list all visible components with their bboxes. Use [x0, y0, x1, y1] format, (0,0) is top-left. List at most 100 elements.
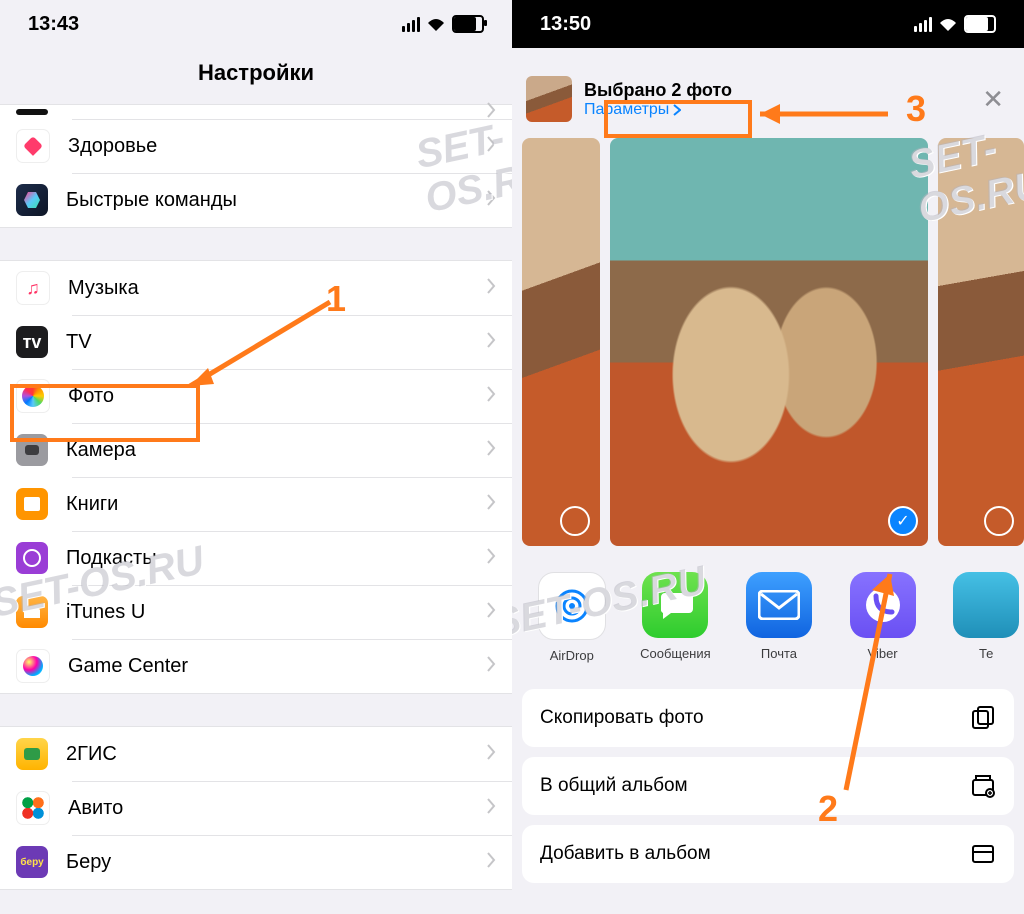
photo-thumb[interactable]: ✓ [610, 138, 928, 546]
share-action[interactable]: Добавить в альбом [522, 825, 1014, 883]
options-label: Параметры [584, 101, 669, 119]
app-icon [538, 572, 606, 640]
chevron-right-icon [486, 852, 496, 873]
app-icon [16, 542, 48, 574]
cellular-icon [402, 17, 420, 32]
row-label: Музыка [68, 277, 486, 300]
chevron-right-icon [486, 332, 496, 353]
share-app[interactable]: Сообщения [638, 572, 714, 663]
app-icon [16, 738, 48, 770]
share-action[interactable]: Скопировать фото [522, 689, 1014, 747]
row-label: Подкасты [66, 547, 486, 570]
app-icon [16, 129, 50, 163]
app-name: Те [948, 646, 1024, 661]
action-label: Скопировать фото [540, 707, 704, 729]
app-icon [953, 572, 1019, 638]
settings-screen: 13:43 Настройки ЗдоровьеБыстрые командыМ… [0, 0, 512, 914]
share-app[interactable]: Те [948, 572, 1024, 663]
share-actions: Скопировать фото В общий альбом Добавить в… [522, 689, 1014, 883]
settings-row[interactable]: Книги [0, 477, 512, 531]
app-icon [16, 596, 48, 628]
row-label: Быстрые команды [66, 189, 486, 212]
settings-row[interactable]: Музыка [0, 261, 512, 315]
chevron-right-icon [486, 602, 496, 623]
status-icons [402, 15, 484, 33]
app-icon [16, 184, 48, 216]
row-label: Камера [66, 439, 486, 462]
chevron-right-icon [673, 104, 681, 116]
status-bar: 13:50 [512, 0, 1024, 48]
settings-row[interactable]: ᴛᴠ TV [0, 315, 512, 369]
chevron-right-icon [486, 548, 496, 569]
cellular-icon [914, 17, 932, 32]
app-icon [16, 791, 50, 825]
clock: 13:50 [540, 13, 591, 36]
share-apps-row[interactable]: AirDrop Сообщения Почта Viber Те [512, 546, 1024, 673]
app-icon [746, 572, 812, 638]
wifi-icon [938, 17, 958, 32]
app-name: Почта [741, 646, 817, 661]
app-icon [642, 572, 708, 638]
share-app[interactable]: Viber [845, 572, 921, 663]
selected-check-icon[interactable]: ✓ [888, 506, 918, 536]
clock: 13:43 [28, 13, 79, 36]
settings-row[interactable] [0, 105, 512, 119]
action-icon [970, 773, 996, 799]
chevron-right-icon [486, 494, 496, 515]
row-label: iTunes U [66, 601, 486, 624]
photo-strip[interactable]: ✓ [512, 138, 1024, 546]
share-sheet: Выбрано 2 фото Параметры ✕ ✓ AirDrop Сооб… [512, 60, 1024, 914]
settings-group: 2ГИС Авито Беру [0, 726, 512, 890]
app-icon [16, 846, 48, 878]
settings-row[interactable]: 2ГИС [0, 727, 512, 781]
status-icons [914, 15, 996, 33]
action-icon [970, 841, 996, 867]
chevron-right-icon [486, 190, 496, 211]
action-icon [970, 705, 996, 731]
close-button[interactable]: ✕ [976, 84, 1010, 115]
app-name: Viber [845, 646, 921, 661]
share-app[interactable]: Почта [741, 572, 817, 663]
row-label: Авито [68, 797, 486, 820]
settings-row[interactable]: Подкасты [0, 531, 512, 585]
app-icon [850, 572, 916, 638]
app-icon [16, 109, 48, 115]
select-circle-icon[interactable] [984, 506, 1014, 536]
share-action[interactable]: В общий альбом [522, 757, 1014, 815]
select-circle-icon[interactable] [560, 506, 590, 536]
settings-row[interactable]: Беру [0, 835, 512, 889]
settings-group: Музыка ᴛᴠ TV Фото Камера Книги Подкасты iTunes … [0, 260, 512, 694]
wifi-icon [426, 17, 446, 32]
chevron-right-icon [486, 386, 496, 407]
app-name: AirDrop [534, 648, 610, 663]
row-label: Game Center [68, 655, 486, 678]
share-app[interactable]: AirDrop [534, 572, 610, 663]
app-icon: ᴛᴠ [16, 326, 48, 358]
photo-thumb[interactable] [938, 138, 1024, 546]
row-label: Здоровье [68, 135, 486, 158]
battery-icon [964, 15, 996, 33]
row-label: Фото [68, 385, 486, 408]
settings-row[interactable]: Быстрые команды [0, 173, 512, 227]
action-label: Добавить в альбом [540, 843, 711, 865]
settings-row[interactable]: Авито [0, 781, 512, 835]
app-name: Сообщения [638, 646, 714, 661]
options-button[interactable]: Параметры [584, 101, 681, 119]
selection-thumb [526, 76, 572, 122]
row-label: TV [66, 331, 486, 354]
settings-row[interactable]: Фото [0, 369, 512, 423]
settings-row[interactable]: Камера [0, 423, 512, 477]
photo-thumb[interactable] [522, 138, 600, 546]
status-bar: 13:43 [0, 0, 512, 48]
share-header: Выбрано 2 фото Параметры ✕ [512, 60, 1024, 138]
chevron-right-icon [486, 798, 496, 819]
app-icon [16, 271, 50, 305]
chevron-right-icon [486, 278, 496, 299]
settings-row[interactable]: Здоровье [0, 119, 512, 173]
settings-group: Здоровье Быстрые команды [0, 104, 512, 228]
settings-row[interactable]: iTunes U [0, 585, 512, 639]
app-icon [16, 488, 48, 520]
settings-row[interactable]: Game Center [0, 639, 512, 693]
row-label: 2ГИС [66, 743, 486, 766]
action-label: В общий альбом [540, 775, 688, 797]
